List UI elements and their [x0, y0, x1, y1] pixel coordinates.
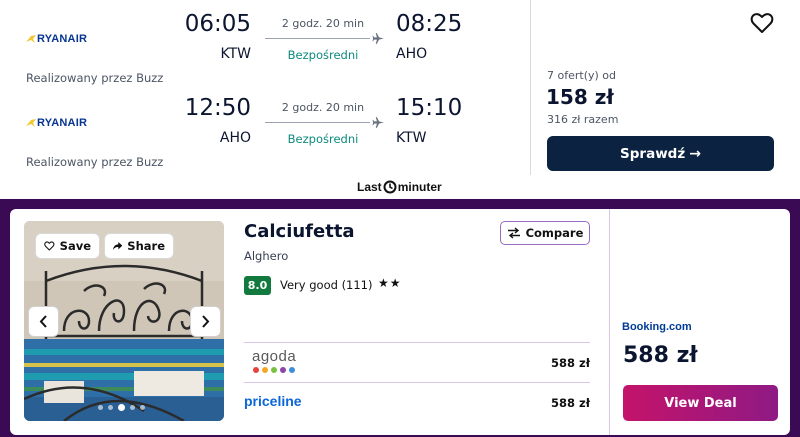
- airplane-icon: [372, 33, 384, 44]
- share-button[interactable]: Share: [105, 234, 173, 258]
- departure-time: 06:05: [184, 11, 251, 37]
- provider-price: 588 zł: [551, 396, 590, 410]
- pagination-dot[interactable]: [130, 405, 135, 410]
- chevron-right-icon: [202, 315, 210, 328]
- flight-duration: 2 godz. 20 min: [281, 101, 365, 114]
- pagination-dot[interactable]: [108, 405, 113, 410]
- departure-time: 12:50: [184, 95, 251, 121]
- view-deal-button[interactable]: View Deal: [623, 385, 778, 421]
- check-button[interactable]: Sprawdź →: [547, 136, 774, 171]
- deal-price: 588 zł: [623, 343, 698, 368]
- arrival-time: 15:10: [396, 95, 463, 121]
- hotel-stars: ★★: [378, 276, 402, 290]
- hotel-location: Alghero: [244, 249, 289, 263]
- rating-text: Very good (111): [280, 278, 373, 292]
- hotel-photo[interactable]: Save Share: [24, 221, 224, 421]
- share-label: Share: [127, 239, 165, 253]
- provider-price: 588 zł: [551, 356, 590, 370]
- flight-total-price: 316 zł razem: [547, 113, 619, 126]
- share-arrow-icon: [113, 242, 123, 250]
- clock-icon: [383, 180, 397, 194]
- agoda-logo-dots: [253, 367, 295, 373]
- agoda-logo: agoda: [252, 348, 297, 365]
- departure-airport: AHO: [219, 130, 251, 146]
- flight-price: 158 zł: [546, 85, 614, 109]
- next-photo-button[interactable]: [191, 307, 220, 336]
- operated-by-text: Realizowany przez Buzz: [26, 71, 164, 85]
- airline-name: RYANAIR: [37, 117, 88, 129]
- airline-name: RYANAIR: [37, 33, 88, 45]
- ryanair-harp-icon: [26, 118, 36, 127]
- ryanair-harp-icon: [26, 34, 36, 43]
- priceline-logo: priceline: [244, 393, 302, 409]
- photo-pagination: [98, 404, 145, 411]
- booking-logo: Booking.com: [622, 321, 692, 333]
- pagination-dot-active[interactable]: [118, 404, 125, 411]
- price-divider: [530, 0, 531, 175]
- compare-button[interactable]: Compare: [500, 221, 590, 245]
- lastminuter-logo: Last minuter: [357, 180, 442, 194]
- hotel-name[interactable]: Calciufetta: [244, 221, 355, 242]
- compare-label: Compare: [525, 226, 584, 240]
- arrival-time: 08:25: [396, 11, 463, 37]
- operated-by-text: Realizowany przez Buzz: [26, 155, 164, 169]
- rating-score-badge: 8.0: [244, 276, 271, 295]
- compare-arrows-icon: [507, 227, 520, 239]
- arrival-airport: KTW: [396, 130, 427, 146]
- flight-result-card: RYANAIR Realizowany przez Buzz 06:05 KTW…: [0, 0, 800, 199]
- arrow-right-icon: →: [689, 145, 701, 162]
- flight-duration: 2 godz. 20 min: [281, 17, 365, 30]
- airline-logo: RYANAIR: [26, 33, 87, 45]
- previous-photo-button[interactable]: [29, 307, 58, 336]
- provider-logo-right: minuter: [397, 180, 442, 194]
- airline-logo: RYANAIR: [26, 117, 87, 129]
- offers-count: 7 ofert(y) od: [547, 69, 617, 82]
- check-button-label: Sprawdź: [620, 145, 686, 162]
- stops-label: Bezpośredni: [287, 132, 359, 146]
- flight-leg-return: RYANAIR Realizowany przez Buzz 12:50 AHO…: [0, 84, 530, 169]
- save-button[interactable]: Save: [36, 234, 99, 258]
- provider-logo-left: Last: [357, 180, 382, 194]
- flight-leg-outbound: RYANAIR Realizowany przez Buzz 06:05 KTW…: [0, 0, 530, 85]
- pagination-dot[interactable]: [140, 405, 145, 410]
- airplane-icon: [372, 117, 384, 128]
- route-line: [265, 38, 370, 39]
- provider-row-priceline[interactable]: priceline 588 zł: [244, 382, 590, 422]
- heart-icon[interactable]: [750, 12, 774, 34]
- deal-divider: [609, 209, 610, 435]
- pagination-dot[interactable]: [98, 405, 103, 410]
- stops-label: Bezpośredni: [287, 48, 359, 62]
- arrival-airport: AHO: [396, 46, 428, 62]
- departure-airport: KTW: [220, 46, 252, 62]
- save-label: Save: [59, 239, 91, 253]
- hotel-result-card: Save Share Calciufetta Alghero 8.0 Very …: [10, 209, 790, 435]
- route-line: [265, 122, 370, 123]
- chevron-left-icon: [39, 315, 47, 328]
- heart-icon: [44, 241, 55, 251]
- provider-row-agoda[interactable]: agoda 588 zł: [244, 342, 590, 382]
